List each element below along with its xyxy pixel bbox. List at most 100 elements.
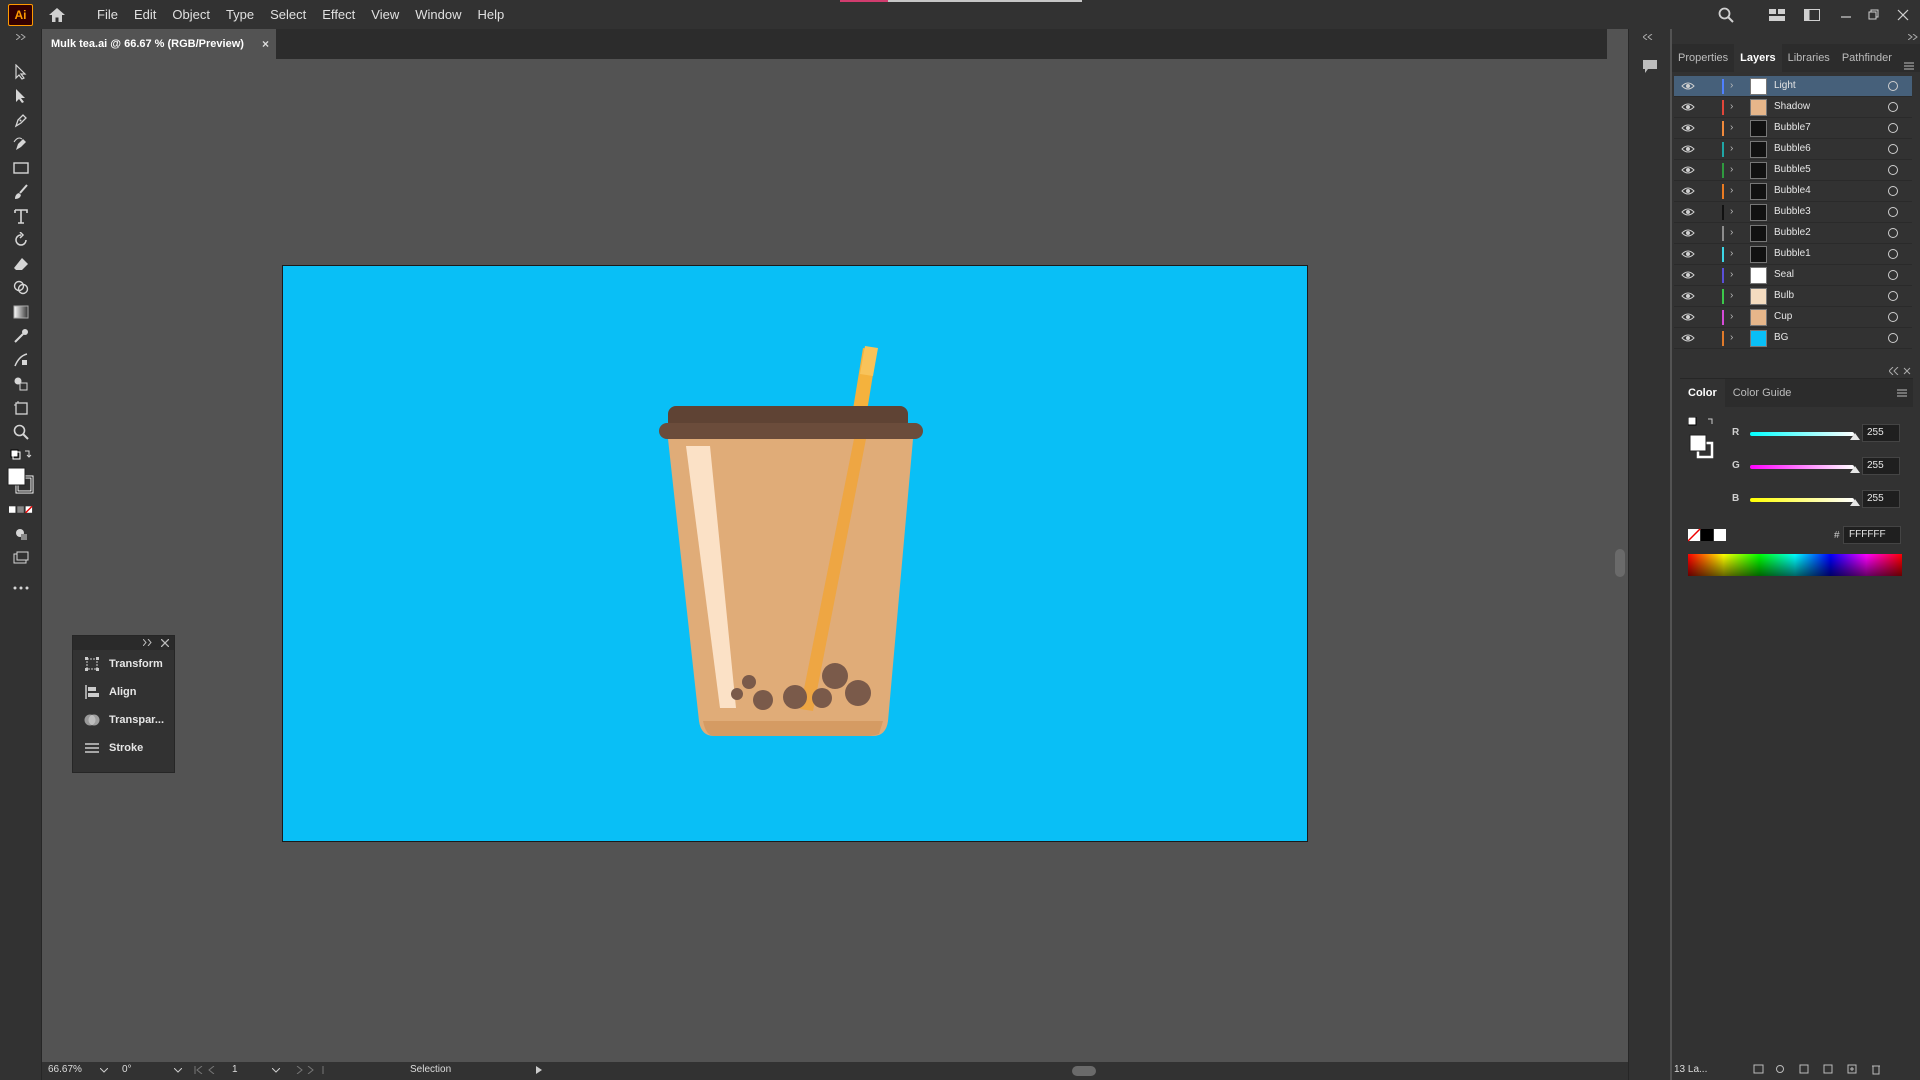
menu-select[interactable]: Select bbox=[262, 0, 314, 29]
menu-object[interactable]: Object bbox=[164, 0, 218, 29]
blue-knob[interactable] bbox=[1850, 499, 1860, 506]
layer-name[interactable]: Bubble4 bbox=[1774, 185, 1811, 196]
visibility-eye-icon[interactable] bbox=[1681, 270, 1695, 280]
expand-layer-icon[interactable]: › bbox=[1730, 290, 1733, 301]
green-track[interactable] bbox=[1750, 465, 1854, 469]
layer-row[interactable]: › Bulb bbox=[1674, 286, 1912, 307]
panel-transparency[interactable]: Transpar... bbox=[73, 706, 174, 734]
visibility-eye-icon[interactable] bbox=[1681, 102, 1695, 112]
layer-target-icon[interactable] bbox=[1888, 207, 1898, 217]
fill-stroke-swatch[interactable] bbox=[6, 466, 36, 496]
layer-target-icon[interactable] bbox=[1888, 123, 1898, 133]
hex-value-field[interactable]: FFFFFF bbox=[1843, 526, 1901, 544]
artboard-number[interactable]: 1 bbox=[232, 1064, 238, 1075]
type-tool-icon[interactable] bbox=[9, 206, 33, 226]
layer-name[interactable]: Bubble6 bbox=[1774, 143, 1811, 154]
expand-layer-icon[interactable]: › bbox=[1730, 248, 1733, 259]
visibility-eye-icon[interactable] bbox=[1681, 123, 1695, 133]
blue-value-field[interactable]: 255 bbox=[1862, 490, 1900, 508]
color-spectrum[interactable] bbox=[1688, 554, 1902, 576]
tab-pathfinder[interactable]: Pathfinder bbox=[1836, 44, 1898, 72]
menu-file[interactable]: File bbox=[89, 0, 126, 29]
pen-tool-icon[interactable] bbox=[9, 110, 33, 130]
paintbrush-tool-icon[interactable] bbox=[9, 182, 33, 202]
layer-row[interactable]: › Bubble2 bbox=[1674, 223, 1912, 244]
restore-icon[interactable] bbox=[1864, 0, 1884, 29]
more-tools-icon[interactable] bbox=[9, 578, 33, 598]
layer-target-icon[interactable] bbox=[1888, 333, 1898, 343]
panel-stroke[interactable]: Stroke bbox=[73, 734, 174, 762]
rotate-tool-icon[interactable] bbox=[9, 230, 33, 250]
eraser-tool-icon[interactable] bbox=[9, 254, 33, 274]
expand-layer-icon[interactable]: › bbox=[1730, 311, 1733, 322]
menu-help[interactable]: Help bbox=[469, 0, 512, 29]
blue-track[interactable] bbox=[1750, 498, 1854, 502]
layer-name[interactable]: Shadow bbox=[1774, 101, 1810, 112]
direct-selection-tool-icon[interactable] bbox=[9, 86, 33, 106]
layer-row[interactable]: › Bubble7 bbox=[1674, 118, 1912, 139]
layer-name[interactable]: BG bbox=[1774, 332, 1788, 343]
close-window-icon[interactable] bbox=[1893, 0, 1913, 29]
panel-menu-icon[interactable] bbox=[1904, 62, 1914, 70]
shape-builder-tool-icon[interactable] bbox=[9, 278, 33, 298]
rectangle-tool-icon[interactable] bbox=[9, 158, 33, 178]
visibility-eye-icon[interactable] bbox=[1681, 249, 1695, 259]
layer-row[interactable]: › Light bbox=[1674, 76, 1912, 97]
visibility-eye-icon[interactable] bbox=[1681, 228, 1695, 238]
eyedropper-tool-icon[interactable] bbox=[9, 326, 33, 346]
visibility-eye-icon[interactable] bbox=[1681, 144, 1695, 154]
visibility-eye-icon[interactable] bbox=[1681, 333, 1695, 343]
layer-row[interactable]: › Seal bbox=[1674, 265, 1912, 286]
menu-window[interactable]: Window bbox=[407, 0, 469, 29]
search-icon[interactable] bbox=[1714, 0, 1738, 29]
selection-tool-icon[interactable] bbox=[9, 62, 33, 82]
home-icon[interactable] bbox=[45, 3, 69, 27]
red-slider[interactable]: R 255 bbox=[1680, 424, 1913, 444]
green-value-field[interactable]: 255 bbox=[1862, 457, 1900, 475]
panel-transform[interactable]: Transform bbox=[73, 650, 174, 678]
menu-effect[interactable]: Effect bbox=[314, 0, 363, 29]
scrollbar-thumb[interactable] bbox=[1615, 549, 1625, 577]
layer-target-icon[interactable] bbox=[1888, 270, 1898, 280]
layer-name[interactable]: Bubble1 bbox=[1774, 248, 1811, 259]
visibility-eye-icon[interactable] bbox=[1681, 81, 1695, 91]
layer-target-icon[interactable] bbox=[1888, 249, 1898, 259]
drawing-modes-icon[interactable] bbox=[9, 524, 33, 544]
blue-slider[interactable]: B 255 bbox=[1680, 490, 1913, 510]
horizontal-scrollbar-thumb[interactable] bbox=[1072, 1066, 1096, 1076]
layer-row[interactable]: › Bubble1 bbox=[1674, 244, 1912, 265]
layer-row[interactable]: › Bubble6 bbox=[1674, 139, 1912, 160]
layer-target-icon[interactable] bbox=[1888, 81, 1898, 91]
tab-libraries[interactable]: Libraries bbox=[1782, 44, 1836, 72]
gradient-tool-icon[interactable] bbox=[9, 302, 33, 322]
expand-layer-icon[interactable]: › bbox=[1730, 227, 1733, 238]
comments-icon[interactable] bbox=[1639, 55, 1661, 77]
layer-target-icon[interactable] bbox=[1888, 312, 1898, 322]
layer-row[interactable]: › Bubble3 bbox=[1674, 202, 1912, 223]
menu-type[interactable]: Type bbox=[218, 0, 262, 29]
artboard[interactable] bbox=[282, 265, 1308, 842]
tab-color[interactable]: Color bbox=[1680, 379, 1725, 407]
symbol-sprayer-tool-icon[interactable] bbox=[9, 374, 33, 394]
expand-layer-icon[interactable]: › bbox=[1730, 122, 1733, 133]
screen-mode-icon[interactable] bbox=[9, 548, 33, 568]
menu-edit[interactable]: Edit bbox=[126, 0, 164, 29]
expand-layer-icon[interactable]: › bbox=[1730, 185, 1733, 196]
layer-row[interactable]: › Bubble4 bbox=[1674, 181, 1912, 202]
layer-name[interactable]: Bubble5 bbox=[1774, 164, 1811, 175]
expand-layer-icon[interactable]: › bbox=[1730, 80, 1733, 91]
zoom-level[interactable]: 66.67% bbox=[48, 1064, 82, 1075]
visibility-eye-icon[interactable] bbox=[1681, 165, 1695, 175]
panel-header[interactable] bbox=[73, 636, 174, 650]
visibility-eye-icon[interactable] bbox=[1681, 291, 1695, 301]
workspace-layout-icon[interactable] bbox=[1766, 0, 1788, 29]
rotation-angle[interactable]: 0° bbox=[122, 1064, 132, 1075]
expand-layer-icon[interactable]: › bbox=[1730, 269, 1733, 280]
layer-name[interactable]: Bulb bbox=[1774, 290, 1794, 301]
menu-view[interactable]: View bbox=[363, 0, 407, 29]
layer-target-icon[interactable] bbox=[1888, 102, 1898, 112]
expand-layer-icon[interactable]: › bbox=[1730, 143, 1733, 154]
tab-layers[interactable]: Layers bbox=[1734, 44, 1782, 72]
red-value-field[interactable]: 255 bbox=[1862, 424, 1900, 442]
red-track[interactable] bbox=[1750, 432, 1854, 436]
